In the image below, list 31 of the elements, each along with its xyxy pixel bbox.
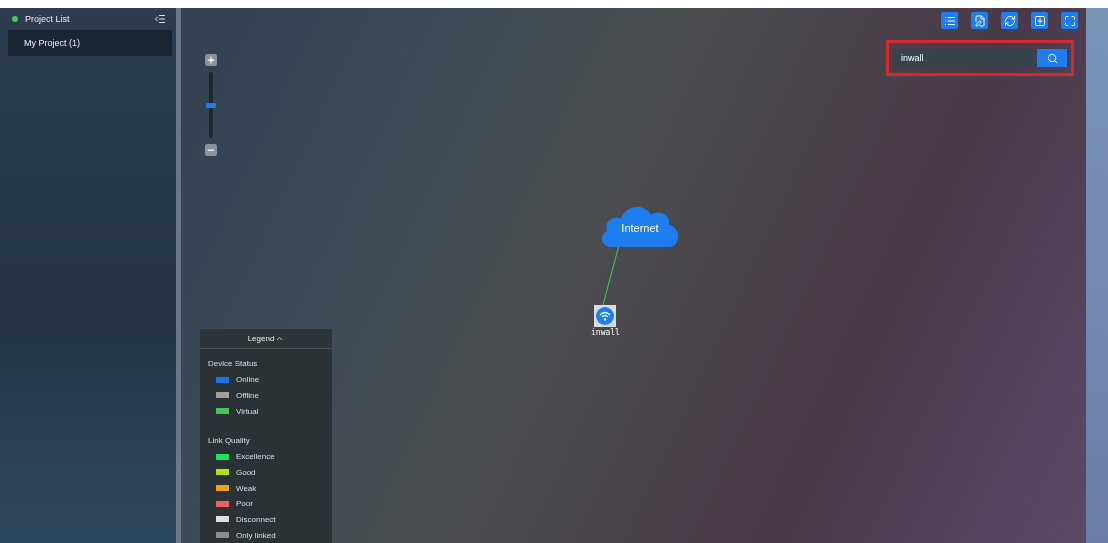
zoom-slider[interactable] — [209, 72, 213, 138]
legend-label: Good — [236, 467, 256, 477]
zoom-in-button[interactable] — [205, 54, 217, 66]
list-icon[interactable] — [941, 12, 958, 29]
legend-label: Online — [236, 375, 260, 385]
legend-label: Poor — [236, 499, 253, 509]
search-button[interactable] — [1037, 49, 1067, 67]
search-icon — [1046, 52, 1058, 64]
search-field[interactable]: inwall — [893, 49, 1037, 67]
fullscreen-icon[interactable] — [1061, 12, 1078, 29]
link-line — [601, 244, 621, 306]
legend-label: Weak — [236, 483, 257, 493]
legend-heading: Link Quality — [208, 434, 251, 447]
edit-icon[interactable] — [971, 12, 988, 29]
plus-square-icon[interactable] — [1031, 12, 1048, 29]
legend-label: Only linked — [236, 530, 276, 540]
wifi-icon[interactable] — [594, 305, 617, 327]
plus-icon — [206, 55, 216, 65]
device-label: inwall — [591, 328, 620, 337]
status-dot — [12, 16, 18, 22]
legend-label: Disconnect — [236, 514, 276, 524]
legend-heading: Device Status — [208, 357, 259, 370]
legend-label: Excellence — [236, 452, 275, 462]
zoom-thumb[interactable] — [206, 102, 216, 108]
sidebar-title: Project List — [25, 14, 71, 24]
legend-label: Virtual — [236, 406, 259, 416]
collapse-icon[interactable] — [154, 13, 166, 25]
refresh-icon[interactable] — [1001, 12, 1018, 29]
project-item[interactable]: My Project (1) — [8, 30, 172, 56]
legend-label: Offline — [236, 390, 259, 400]
zoom-out-button[interactable] — [205, 144, 217, 156]
